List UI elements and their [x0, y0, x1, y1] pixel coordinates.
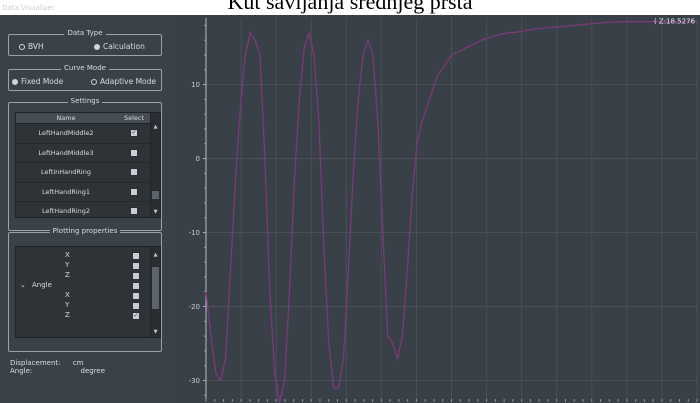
radio-bvh[interactable]: BVH: [19, 42, 44, 51]
data-type-legend: Data Type: [64, 29, 106, 37]
plotting-properties-group: Plotting properties X Y Z ⌄ Angle X Y Z …: [8, 227, 162, 352]
plotting-scrollbar[interactable]: ▲ ▼: [150, 247, 160, 337]
settings-group: Settings Name Select LeftHandMiddle2 ✓ L…: [8, 97, 162, 231]
radio-calculation[interactable]: Calculation: [94, 42, 145, 51]
tree-item-label: X: [65, 291, 70, 299]
row-name: LeftHandMiddle2: [38, 129, 94, 138]
chevron-down-icon[interactable]: ⌄: [20, 281, 26, 289]
tree-item-label: Z: [65, 311, 70, 319]
radio-fixed-mode-icon[interactable]: [12, 78, 18, 85]
units-legend: Displacement: cm Angle: degree: [10, 359, 105, 375]
tree-item-checkbox[interactable]: [132, 252, 140, 260]
tree-item-checkbox[interactable]: [132, 292, 140, 300]
displacement-label: Displacement:: [10, 359, 61, 367]
y-tick-label: -10: [189, 229, 200, 237]
scroll-down-icon[interactable]: ▼: [151, 208, 160, 217]
row-checkbox[interactable]: [130, 207, 138, 216]
settings-legend: Settings: [67, 97, 103, 105]
row-checkbox[interactable]: [130, 168, 138, 177]
angle-label: Angle:: [10, 367, 33, 375]
tree-item-checkbox[interactable]: ✓: [132, 312, 140, 320]
plotting-properties-legend: Plotting properties: [49, 227, 121, 235]
row-name: LeftHandRing2: [41, 207, 91, 216]
data-type-group: Data Type BVH Calculation: [8, 29, 162, 56]
tree-item-checkbox[interactable]: [132, 262, 140, 270]
row-name: LeftHandRing1: [41, 187, 91, 196]
radio-bvh-icon[interactable]: [19, 43, 25, 50]
table-row[interactable]: LeftHandMiddle2 ✓: [16, 124, 160, 144]
scroll-up-icon[interactable]: ▲: [151, 251, 160, 260]
plotting-tree: X Y Z ⌄ Angle X Y Z ✓ ▲ ▼: [15, 246, 161, 338]
row-checkbox[interactable]: [130, 148, 138, 157]
row-checkbox[interactable]: ✓: [130, 129, 138, 138]
radio-fixed-mode[interactable]: Fixed Mode: [12, 77, 63, 86]
table-row[interactable]: LeftHandRing2: [16, 202, 160, 217]
table-row[interactable]: LeftHandRing1: [16, 183, 160, 202]
curve-mode-group: Curve Mode Fixed Mode Adaptive Mode: [8, 64, 162, 91]
y-tick-label: -20: [189, 303, 200, 311]
row-name: LeftHandMiddle3: [38, 148, 94, 157]
tree-item-z[interactable]: Z: [16, 271, 151, 280]
tree-item-angle-x[interactable]: X: [16, 291, 151, 300]
tree-item-angle[interactable]: ⌄ Angle: [16, 281, 151, 290]
tree-item-checkbox[interactable]: [132, 282, 140, 290]
y-tick-label: 10: [191, 81, 200, 89]
table-row[interactable]: LeftHandMiddle3: [16, 144, 160, 163]
row-checkbox[interactable]: [130, 187, 138, 196]
radio-calculation-icon[interactable]: [94, 43, 100, 50]
curve-mode-legend: Curve Mode: [61, 64, 109, 72]
radio-fixed-mode-label: Fixed Mode: [21, 77, 64, 86]
tree-item-angle-y[interactable]: Y: [16, 301, 151, 310]
tree-item-angle-z[interactable]: Z ✓: [16, 311, 151, 320]
radio-bvh-label: BVH: [28, 42, 44, 51]
scroll-thumb[interactable]: [152, 267, 159, 309]
tree-item-checkbox[interactable]: [132, 272, 140, 280]
scroll-up-icon[interactable]: ▲: [151, 123, 160, 132]
tree-item-label: Angle: [32, 281, 52, 289]
y-tick-label: 0: [196, 155, 200, 163]
tree-item-label: Z: [65, 271, 70, 279]
settings-scrollbar[interactable]: ▲ ▼: [150, 113, 160, 217]
column-header-name[interactable]: Name: [16, 113, 116, 123]
tree-item-y[interactable]: Y: [16, 261, 151, 270]
settings-table: Name Select LeftHandMiddle2 ✓ LeftHandMi…: [15, 112, 161, 218]
tree-item-x[interactable]: X: [16, 251, 151, 260]
plot-area[interactable]: 10 0 -10 -20 -30 ( Z:18.5276: [170, 14, 700, 403]
tree-item-label: X: [65, 251, 70, 259]
radio-adaptive-mode-icon[interactable]: [91, 78, 97, 85]
line-chart[interactable]: 10 0 -10 -20 -30 ( Z:18.5276: [170, 14, 700, 403]
y-tick-label: -30: [189, 377, 200, 385]
window-title: Data Visualizer: [2, 4, 55, 12]
settings-table-header: Name Select: [16, 113, 160, 124]
radio-calculation-label: Calculation: [103, 42, 145, 51]
row-name: LeftInHandRing: [41, 168, 91, 177]
scroll-down-icon[interactable]: ▼: [151, 328, 160, 337]
tree-item-label: Y: [65, 261, 70, 269]
cursor-readout: ( Z:18.5276: [654, 18, 696, 26]
scroll-thumb[interactable]: [152, 191, 159, 199]
control-panel: Data Type BVH Calculation Curve Mode Fix…: [0, 14, 170, 403]
page-title: Kut savijanja srednjeg prsta: [0, 0, 700, 15]
radio-adaptive-mode-label: Adaptive Mode: [100, 77, 157, 86]
angle-unit: degree: [80, 367, 106, 375]
displacement-unit: cm: [72, 359, 84, 367]
tree-item-label: Y: [65, 301, 70, 309]
column-header-select[interactable]: Select: [116, 113, 152, 123]
radio-adaptive-mode[interactable]: Adaptive Mode: [91, 77, 156, 86]
table-row[interactable]: LeftInHandRing: [16, 163, 160, 183]
tree-item-checkbox[interactable]: [132, 302, 140, 310]
